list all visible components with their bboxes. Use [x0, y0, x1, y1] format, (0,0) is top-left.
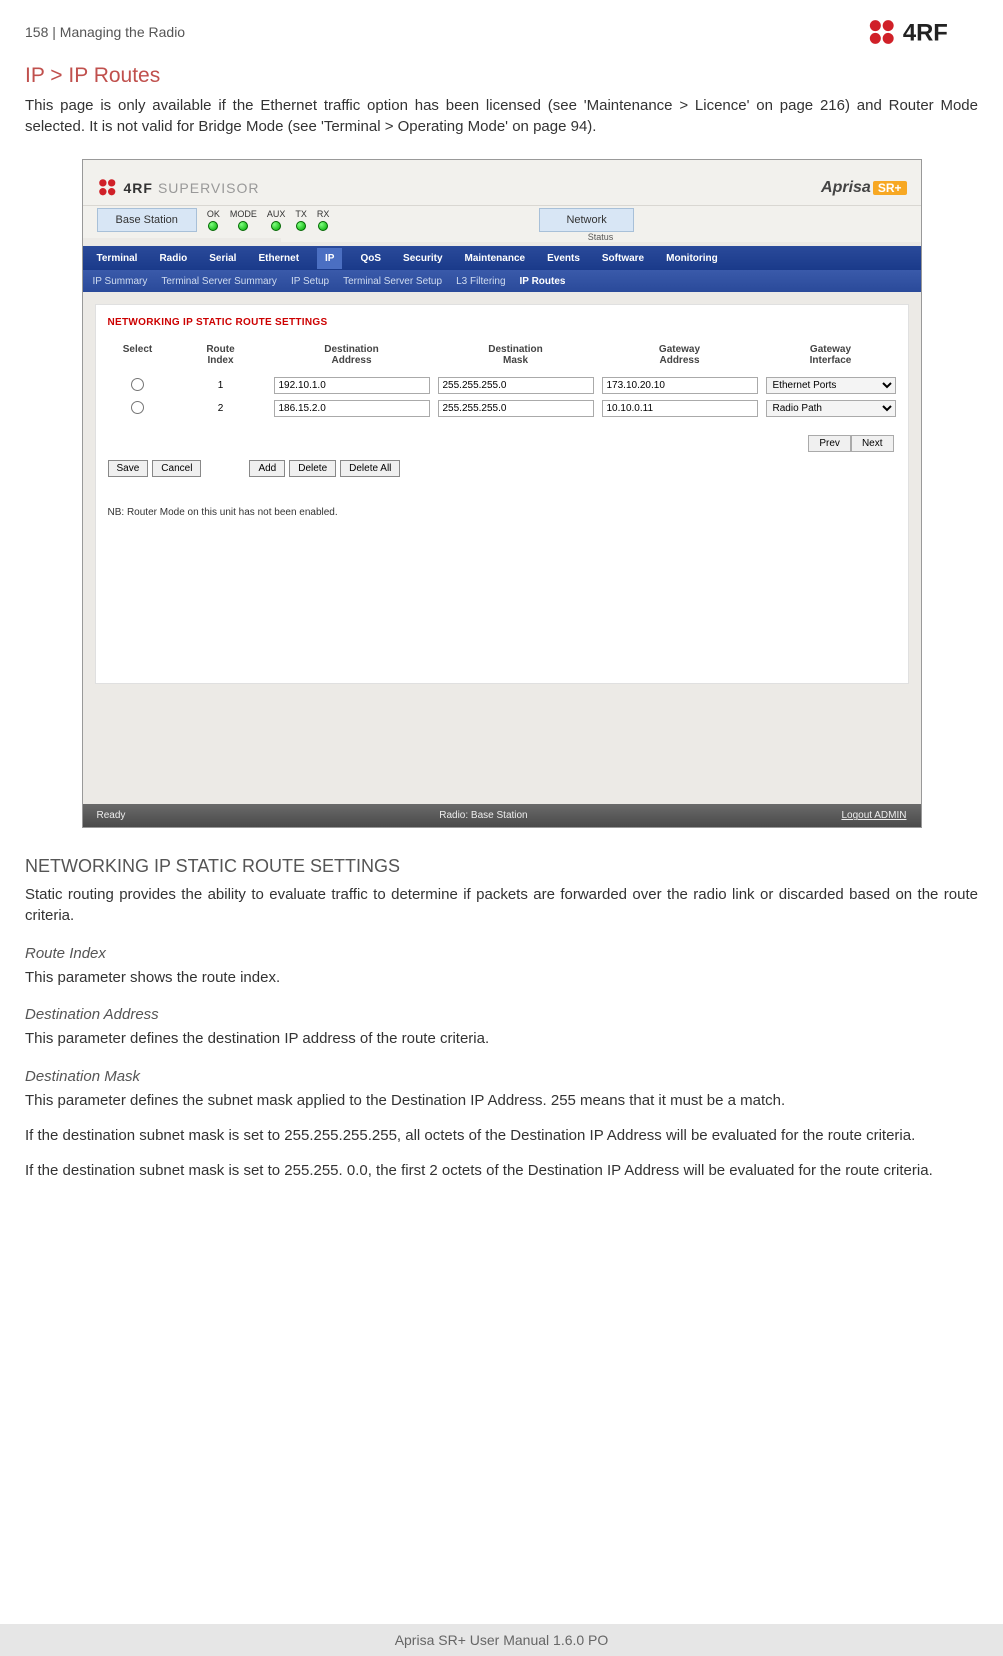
col-gw-addr: Gateway Address — [602, 344, 758, 366]
save-button[interactable]: Save — [108, 460, 149, 477]
menu-monitoring[interactable]: Monitoring — [662, 253, 722, 264]
dest-addr-heading: Destination Address — [25, 1006, 978, 1023]
page-footer: Aprisa SR+ User Manual 1.6.0 PO — [0, 1624, 1003, 1656]
menu-serial[interactable]: Serial — [205, 253, 240, 264]
table-row: 1 Ethernet Ports — [108, 374, 896, 397]
base-station-box[interactable]: Base Station — [97, 208, 197, 232]
supervisor-topbar: 4RF SUPERVISOR AprisaSR+ — [83, 160, 921, 206]
add-button[interactable]: Add — [249, 460, 285, 477]
4rf-logo-icon: 4RF — [868, 18, 978, 46]
menu-terminal[interactable]: Terminal — [93, 253, 142, 264]
col-index: Route Index — [176, 344, 266, 366]
delete-button[interactable]: Delete — [289, 460, 336, 477]
action-buttons: Save Cancel Add Delete Delete All — [108, 460, 896, 477]
network-box[interactable]: Network — [539, 208, 633, 232]
route-table: Select Route Index Destination Address D… — [108, 340, 896, 420]
gw-if-select-1[interactable]: Ethernet Ports — [766, 377, 896, 394]
led-aux — [271, 221, 281, 231]
menu-radio[interactable]: Radio — [155, 253, 191, 264]
cancel-button[interactable]: Cancel — [152, 460, 201, 477]
dest-mask-input-1[interactable] — [438, 377, 594, 394]
led-tx — [296, 221, 306, 231]
page-header: 158 | Managing the Radio 4RF — [0, 0, 1003, 54]
menu-qos[interactable]: QoS — [356, 253, 385, 264]
supervisor-text: SUPERVISOR — [158, 180, 260, 196]
4rf-mini-logo-icon — [97, 177, 119, 199]
gw-addr-input-1[interactable] — [602, 377, 758, 394]
menu-ethernet[interactable]: Ethernet — [254, 253, 303, 264]
col-select: Select — [108, 344, 168, 366]
brand-logo: 4RF — [868, 18, 978, 46]
dest-addr-input-1[interactable] — [274, 377, 430, 394]
page-number: 158 — [25, 24, 48, 40]
main-menubar: Terminal Radio Serial Ethernet IP QoS Se… — [83, 246, 921, 270]
col-dest-mask: Destination Mask — [438, 344, 594, 366]
aprisa-badge: AprisaSR+ — [821, 179, 906, 197]
status-radio: Radio: Base Station — [439, 810, 527, 821]
route-index-text: This parameter shows the route index. — [25, 968, 978, 989]
gw-addr-input-2[interactable] — [602, 400, 758, 417]
menu-events[interactable]: Events — [543, 253, 584, 264]
led-mode — [238, 221, 248, 231]
supervisor-logo: 4RF SUPERVISOR — [97, 177, 260, 199]
router-mode-note: NB: Router Mode on this unit has not bee… — [108, 507, 896, 518]
select-radio-1[interactable] — [131, 378, 144, 391]
logout-link[interactable]: Logout ADMIN — [841, 810, 906, 821]
submenu-ip-summary[interactable]: IP Summary — [93, 276, 148, 287]
prev-button[interactable]: Prev — [808, 435, 851, 452]
dest-mask-text-2: If the destination subnet mask is set to… — [25, 1126, 978, 1147]
gw-if-select-2[interactable]: Radio Path — [766, 400, 896, 417]
intro-paragraph: This page is only available if the Ether… — [25, 96, 978, 137]
route-index-heading: Route Index — [25, 945, 978, 962]
led-rx — [318, 221, 328, 231]
submenu-ip-routes[interactable]: IP Routes — [520, 276, 566, 287]
page-title: IP > IP Routes — [25, 64, 978, 88]
dest-mask-input-2[interactable] — [438, 400, 594, 417]
dest-mask-heading: Destination Mask — [25, 1068, 978, 1085]
route-index-2: 2 — [176, 403, 266, 414]
supervisor-screenshot: 4RF SUPERVISOR AprisaSR+ Base Station OK… — [82, 159, 922, 828]
menu-maintenance[interactable]: Maintenance — [461, 253, 530, 264]
submenu-ts-summary[interactable]: Terminal Server Summary — [161, 276, 277, 287]
dest-addr-input-2[interactable] — [274, 400, 430, 417]
dest-addr-text: This parameter defines the destination I… — [25, 1029, 978, 1050]
table-header: Select Route Index Destination Address D… — [108, 340, 896, 374]
led-status-grid: OK MODE AUX TX RX — [207, 209, 330, 231]
header-left: 158 | Managing the Radio — [25, 24, 185, 40]
dest-mask-text-3: If the destination subnet mask is set to… — [25, 1161, 978, 1182]
pagination: Prev Next — [808, 435, 893, 452]
section-title: Managing the Radio — [60, 24, 185, 40]
status-ready: Ready — [97, 810, 126, 821]
col-gw-if: Gateway Interface — [766, 344, 896, 366]
led-ok — [208, 221, 218, 231]
submenu-ts-setup[interactable]: Terminal Server Setup — [343, 276, 442, 287]
menu-software[interactable]: Software — [598, 253, 648, 264]
svg-text:4RF: 4RF — [903, 19, 948, 46]
panel-title: NETWORKING IP STATIC ROUTE SETTINGS — [108, 317, 896, 328]
section-paragraph: Static routing provides the ability to e… — [25, 885, 978, 926]
status-sublabel: Status — [281, 232, 921, 242]
route-index-1: 1 — [176, 380, 266, 391]
select-radio-2[interactable] — [131, 401, 144, 414]
dest-mask-text-1: This parameter defines the subnet mask a… — [25, 1091, 978, 1112]
supervisor-footer: Ready Radio: Base Station Logout ADMIN — [83, 804, 921, 827]
settings-panel: NETWORKING IP STATIC ROUTE SETTINGS Sele… — [95, 304, 909, 684]
section-heading: NETWORKING IP STATIC ROUTE SETTINGS — [25, 856, 978, 877]
col-dest-addr: Destination Address — [274, 344, 430, 366]
submenu-l3-filtering[interactable]: L3 Filtering — [456, 276, 505, 287]
menu-ip[interactable]: IP — [317, 248, 342, 269]
next-button[interactable]: Next — [851, 435, 894, 452]
menu-security[interactable]: Security — [399, 253, 446, 264]
table-row: 2 Radio Path — [108, 397, 896, 420]
sub-menubar: IP Summary Terminal Server Summary IP Se… — [83, 270, 921, 292]
delete-all-button[interactable]: Delete All — [340, 460, 400, 477]
submenu-ip-setup[interactable]: IP Setup — [291, 276, 329, 287]
